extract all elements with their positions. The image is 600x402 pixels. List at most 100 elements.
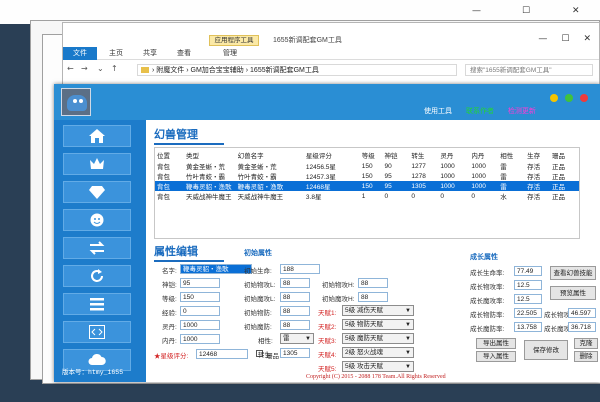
column-header[interactable]: 幻兽名字 [236, 148, 304, 161]
initial-mag-l-field[interactable]: 88 [280, 292, 310, 302]
sidebar-item-code[interactable] [63, 321, 131, 343]
lingdan-field[interactable]: 1000 [180, 320, 220, 330]
table-cell: 12457.3星 [305, 174, 336, 181]
rebirth-field[interactable]: 1305 [280, 348, 310, 358]
table-row[interactable]: 背包 黄金圣蜥・荒 黄金圣蜥・荒 12456.5星 150 90 1277 1000 1000 雷… [155, 161, 579, 172]
column-header[interactable]: 生存 [525, 148, 550, 161]
maximize-dot[interactable] [565, 94, 574, 102]
skill-name: 怒火战魂 [356, 349, 383, 356]
initial-pdef-field[interactable]: 88 [280, 306, 310, 316]
growth-life-field[interactable]: 77.49 [514, 266, 542, 276]
initial-life-field[interactable]: 188 [280, 264, 320, 274]
skill-2-select[interactable]: 5级 物防天赋 ▼ [342, 319, 414, 330]
sidebar-item-face[interactable] [63, 209, 131, 231]
import-button[interactable]: 导入属性 [476, 351, 516, 362]
column-header[interactable]: 星级评分 [304, 148, 360, 161]
growth-pdef-field[interactable]: 22.505 [514, 308, 542, 318]
preview-button[interactable]: 预览属性 [550, 286, 596, 300]
sidebar-item-diamond[interactable] [63, 181, 131, 203]
view-skills-button[interactable]: 查看幻兽技能 [550, 266, 596, 280]
shenkai-field[interactable]: 95 [180, 278, 220, 288]
table-cell: 正品 [551, 174, 565, 181]
column-header[interactable]: 转生 [409, 148, 438, 161]
address-bar[interactable]: › 附魔文件 › GM加合宝宝辅助 › 1655新调配套GM工具 [137, 64, 457, 76]
sidebar-item-refresh[interactable] [63, 265, 131, 287]
column-header[interactable]: 珊品 [550, 148, 579, 161]
column-header[interactable]: 位置 [155, 148, 184, 161]
minimize-dot[interactable] [550, 94, 559, 102]
level-field[interactable]: 150 [180, 292, 220, 302]
maximize-icon[interactable]: ☐ [561, 34, 569, 44]
save-button[interactable]: 保存修改 [524, 340, 568, 360]
table-row[interactable]: 背包 竹叶青蛟・霸 竹叶青蛟・霸 12457.3星 150 95 1278 1000 1000 雷… [155, 171, 579, 182]
contact-author-link[interactable]: 联系作者 [466, 108, 494, 115]
sidebar-item-home[interactable] [63, 125, 131, 147]
breadcrumb-item[interactable]: 附魔文件 [156, 67, 184, 74]
skill-1-select[interactable]: 5级 减伤天赋 ▼ [342, 305, 414, 316]
growth-matk-h-field[interactable]: 36.718 [568, 322, 596, 332]
initial-phys-l-field[interactable]: 88 [280, 278, 310, 288]
initial-mag-h-field[interactable]: 88 [358, 292, 388, 302]
explorer-window: 应用程序工具 1655新调配套GM工具 — ☐ ✕ 文件 主页 共享 查看 管理 ←… [62, 22, 600, 92]
element-label: 相性: [258, 338, 273, 345]
close-icon[interactable]: ✕ [583, 34, 591, 44]
avatar [61, 88, 91, 116]
clone-button[interactable]: 克隆 [574, 338, 598, 349]
search-input[interactable]: 搜索"1655新调配套GM工具" [465, 64, 593, 76]
ribbon-tab-file[interactable]: 文件 [63, 47, 97, 60]
face-icon [90, 213, 104, 227]
skill-3-select[interactable]: 5级 魔防天赋 ▼ [342, 333, 414, 344]
minimize-icon[interactable]: — [472, 6, 481, 16]
initial-phys-h-field[interactable]: 88 [358, 278, 388, 288]
level-label: 等级: [162, 296, 177, 303]
back-arrow-icon[interactable]: ← [67, 64, 74, 73]
table-cell: 水 [500, 194, 507, 201]
initial-life-label: 初始生命: [244, 268, 272, 275]
export-button[interactable]: 导出属性 [476, 338, 516, 349]
star-field[interactable]: 12468 [196, 349, 248, 359]
close-dot[interactable] [580, 94, 588, 102]
forward-arrow-icon[interactable]: → [81, 64, 88, 73]
initial-mdef-field[interactable]: 88 [280, 320, 310, 330]
skill-level: 5级 [345, 335, 356, 342]
close-icon[interactable]: ✕ [572, 6, 580, 16]
sidebar-item-crown[interactable] [63, 153, 131, 175]
skill-2-label: 天赋2: [318, 324, 337, 331]
ribbon-tab-view[interactable]: 查看 [177, 47, 191, 60]
column-header[interactable]: 内丹 [469, 148, 498, 161]
exp-field[interactable]: 0 [180, 306, 220, 316]
table-row[interactable]: 背包 天威战神牛魔王 天威战神牛魔王 3.8星 1 0 0 0 0 水 存活 正品 [155, 191, 579, 202]
column-header[interactable]: 神铠 [383, 148, 410, 161]
context-tab-app-tools[interactable]: 应用程序工具 [209, 35, 259, 46]
sidebar-item-transfer[interactable] [63, 237, 131, 259]
skill-4-select[interactable]: 2级 怒火战魂 ▼ [342, 347, 414, 358]
column-header[interactable]: 灵丹 [438, 148, 469, 161]
pet-table[interactable]: 位置 类型 幻兽名字 星级评分 等级 神铠 转生 灵丹 内丹 相性 生存 珊品 [154, 147, 580, 239]
growth-mag-field[interactable]: 12.5 [514, 294, 542, 304]
ribbon-tab-share[interactable]: 共享 [143, 47, 157, 60]
maximize-icon[interactable]: ☐ [522, 6, 530, 16]
table-row-selected[interactable]: 背包 鞭毒灵貂・渔歌 鞭毒灵貂・渔歌 12468星 150 95 1305 1000 1000 雷… [155, 181, 579, 191]
neidan-field[interactable]: 1000 [180, 334, 220, 344]
breadcrumb-item[interactable]: 1655新调配套GM工具 [250, 67, 319, 74]
element-select[interactable]: 雷 ▼ [280, 333, 314, 344]
column-header[interactable]: 类型 [184, 148, 236, 161]
column-header[interactable]: 等级 [360, 148, 383, 161]
growth-atk-h-field[interactable]: 46.597 [568, 308, 596, 318]
growth-mdef-field[interactable]: 13.758 [514, 322, 542, 332]
table-cell: 1000 [471, 162, 486, 170]
delete-button[interactable]: 删除 [574, 351, 598, 362]
chevron-down-icon[interactable]: ⌄ [97, 64, 104, 73]
minimize-icon[interactable]: — [538, 34, 547, 44]
use-tool-link[interactable]: 使用工具 [424, 108, 452, 115]
check-update-link[interactable]: 检测更新 [508, 108, 536, 115]
growth-phys-field[interactable]: 12.5 [514, 280, 542, 290]
up-arrow-icon[interactable]: ↑ [111, 64, 118, 73]
ribbon-tab-manage[interactable]: 管理 [223, 47, 237, 60]
ribbon-tab-home[interactable]: 主页 [109, 47, 123, 60]
breadcrumb-item[interactable]: GM加合宝宝辅助 [191, 67, 244, 74]
skill-5-select[interactable]: 5级 攻击天赋 ▼ [342, 361, 414, 372]
sidebar-item-list[interactable] [63, 293, 131, 315]
name-field[interactable]: 鞭毒灵貂・渔歌 [180, 264, 252, 274]
column-header[interactable]: 相性 [498, 148, 525, 161]
